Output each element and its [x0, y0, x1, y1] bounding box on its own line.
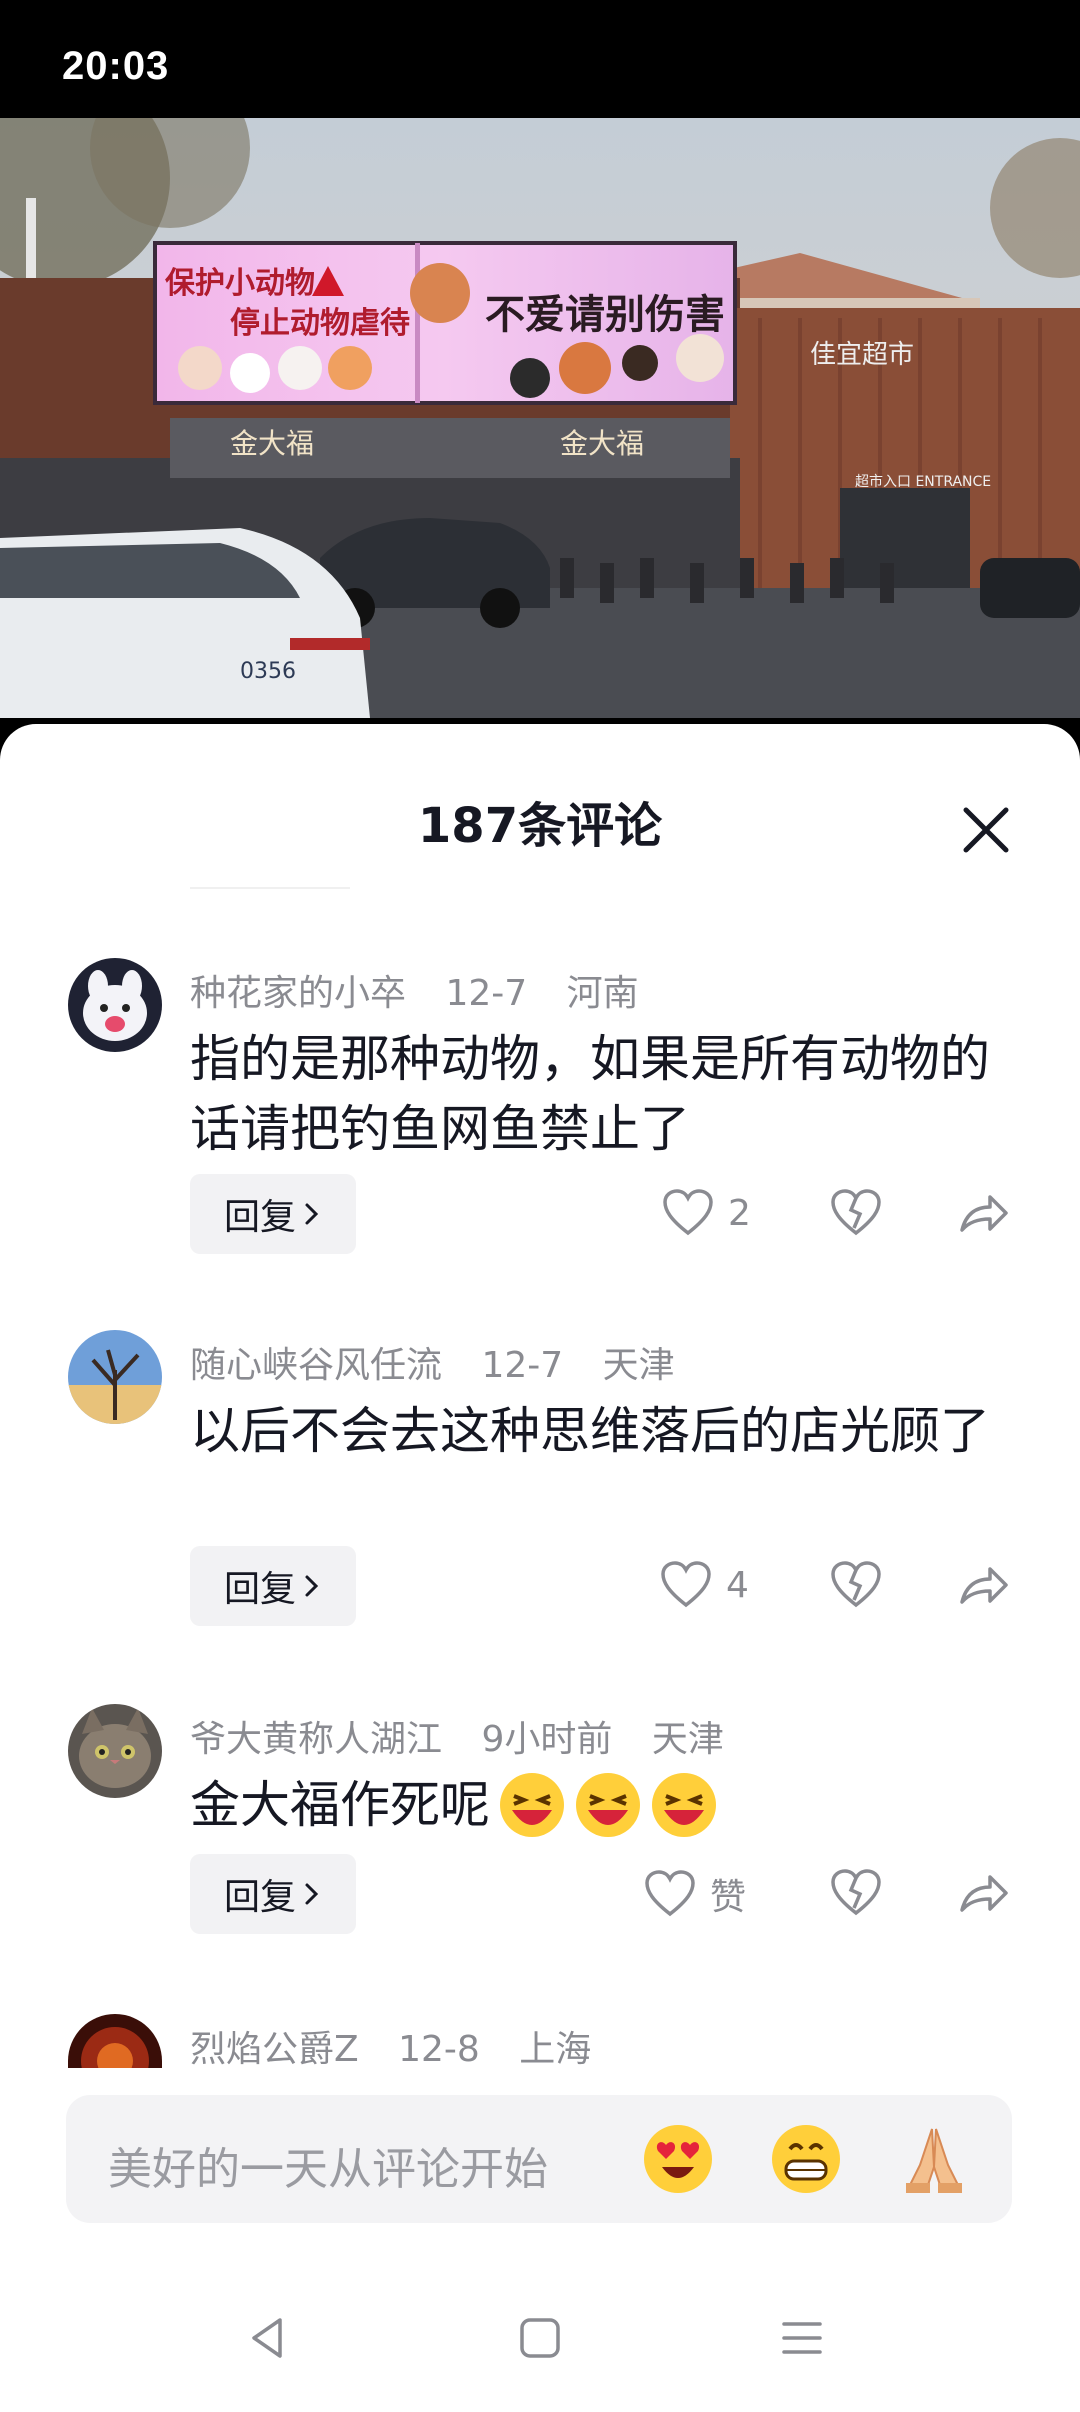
divider	[190, 887, 350, 889]
laughing-emoji-icon	[652, 1773, 716, 1837]
share-arrow-icon	[960, 1195, 1008, 1232]
like-button[interactable]: 2	[662, 1188, 751, 1238]
share-button[interactable]	[958, 1868, 1010, 1918]
share-arrow-icon	[960, 1875, 1008, 1912]
laughing-emoji-icon	[500, 1773, 564, 1837]
reply-button[interactable]: 回复	[190, 1546, 356, 1626]
store-sign-2: 金大福	[560, 427, 644, 460]
dislike-button[interactable]	[830, 1560, 882, 1610]
like-label: 赞	[710, 1877, 747, 1918]
billboard-text-3: 不爱请别伤害	[485, 292, 725, 338]
comment-count-title: 187条评论	[417, 798, 663, 854]
heart-icon	[661, 1561, 711, 1608]
comment-item: 烈焰公爵Z 12-8 上海	[0, 2014, 1080, 2068]
chevron-right-icon	[305, 1883, 319, 1905]
comment-text: 指的是那种动物，如果是所有动物的话请把钓鱼网鱼禁止了	[190, 1030, 990, 1158]
comment-text-row: 金大福作死呢	[190, 1770, 1020, 1840]
like-count: 4	[726, 1564, 749, 1606]
share-arrow-icon	[960, 1567, 1008, 1604]
close-icon[interactable]	[950, 794, 1022, 866]
comment-input-bar[interactable]: 美好的一天从评论开始	[66, 2095, 1012, 2223]
comment-username[interactable]: 随心峡谷风任流	[190, 1345, 442, 1386]
chevron-right-icon	[305, 1203, 319, 1225]
status-bar: 20:03	[0, 0, 1080, 118]
heart-eyes-emoji-icon[interactable]	[640, 2121, 716, 2197]
comment-location: 天津	[602, 1345, 675, 1386]
home-icon[interactable]	[512, 2310, 568, 2366]
comment-location: 上海	[519, 2029, 592, 2068]
avatar[interactable]	[68, 958, 162, 1052]
comment-meta: 种花家的小卒 12-7 河南	[190, 964, 667, 1016]
system-nav-bar	[0, 2260, 1080, 2412]
comment-meta: 烈焰公爵Z 12-8 上海	[190, 2020, 619, 2068]
reply-button[interactable]: 回复	[190, 1854, 356, 1934]
heart-icon	[663, 1189, 713, 1236]
avatar[interactable]	[68, 2014, 162, 2068]
comment-date: 12-7	[481, 1345, 564, 1386]
reply-label: 回复	[223, 1877, 296, 1918]
reply-label: 回复	[223, 1569, 296, 1610]
comment-username[interactable]: 种花家的小卒	[190, 973, 406, 1014]
supermarket-sign: 佳宜超市	[810, 340, 914, 370]
comment-date: 9小时前	[481, 1719, 613, 1760]
laughing-emoji-icon	[576, 1773, 640, 1837]
billboard-text-1: 保护小动物	[165, 266, 315, 301]
store-sign: 金大福	[230, 427, 314, 460]
comment-meta: 爷大黄称人湖江 9小时前 天津	[190, 1710, 752, 1762]
back-icon[interactable]	[240, 2310, 296, 2366]
reply-label: 回复	[223, 1197, 296, 1238]
grin-emoji-icon[interactable]	[768, 2121, 844, 2197]
broken-heart-icon	[831, 1561, 881, 1608]
dislike-button[interactable]	[830, 1868, 882, 1918]
reply-button[interactable]: 回复	[190, 1174, 356, 1254]
comment-location: 河南	[566, 973, 639, 1014]
comment-location: 天津	[651, 1719, 724, 1760]
broken-heart-icon	[831, 1869, 881, 1916]
like-button[interactable]: 4	[660, 1560, 749, 1610]
comment-username[interactable]: 烈焰公爵Z	[190, 2029, 359, 2068]
comment-username[interactable]: 爷大黄称人湖江	[190, 1719, 442, 1760]
comment-text: 以后不会去这种思维落后的店光顾了	[190, 1402, 990, 1460]
comment-date: 12-8	[398, 2029, 480, 2068]
status-time: 20:03	[62, 44, 170, 88]
car-number: 0356	[240, 659, 296, 684]
billboard-text-2: 停止动物虐待	[230, 306, 410, 341]
video-preview[interactable]: 保护小动物 停止动物虐待 不爱请别伤害 金大福 金大福 佳宜超市 超市入口 EN…	[0, 118, 1080, 718]
share-button[interactable]	[958, 1560, 1010, 1610]
comment-meta: 随心峡谷风任流 12-7 天津	[190, 1336, 703, 1388]
broken-heart-icon	[831, 1189, 881, 1236]
video-frame: 保护小动物 停止动物虐待 不爱请别伤害 金大福 金大福 佳宜超市 超市入口 EN…	[0, 118, 1080, 718]
like-button[interactable]: 赞	[644, 1868, 746, 1920]
entrance-sign: 超市入口 ENTRANCE	[855, 473, 991, 490]
comment-input-placeholder[interactable]: 美好的一天从评论开始	[108, 2133, 548, 2197]
comment-date: 12-7	[445, 973, 528, 1014]
like-count: 2	[728, 1192, 751, 1234]
share-button[interactable]	[958, 1188, 1010, 1238]
pray-emoji-icon[interactable]	[896, 2121, 972, 2197]
comment-text: 金大福作死呢	[190, 1776, 490, 1834]
menu-icon[interactable]	[774, 2310, 830, 2366]
dislike-button[interactable]	[830, 1188, 882, 1238]
heart-icon	[645, 1870, 695, 1917]
avatar[interactable]	[68, 1330, 162, 1424]
avatar[interactable]	[68, 1704, 162, 1798]
chevron-right-icon	[305, 1575, 319, 1597]
